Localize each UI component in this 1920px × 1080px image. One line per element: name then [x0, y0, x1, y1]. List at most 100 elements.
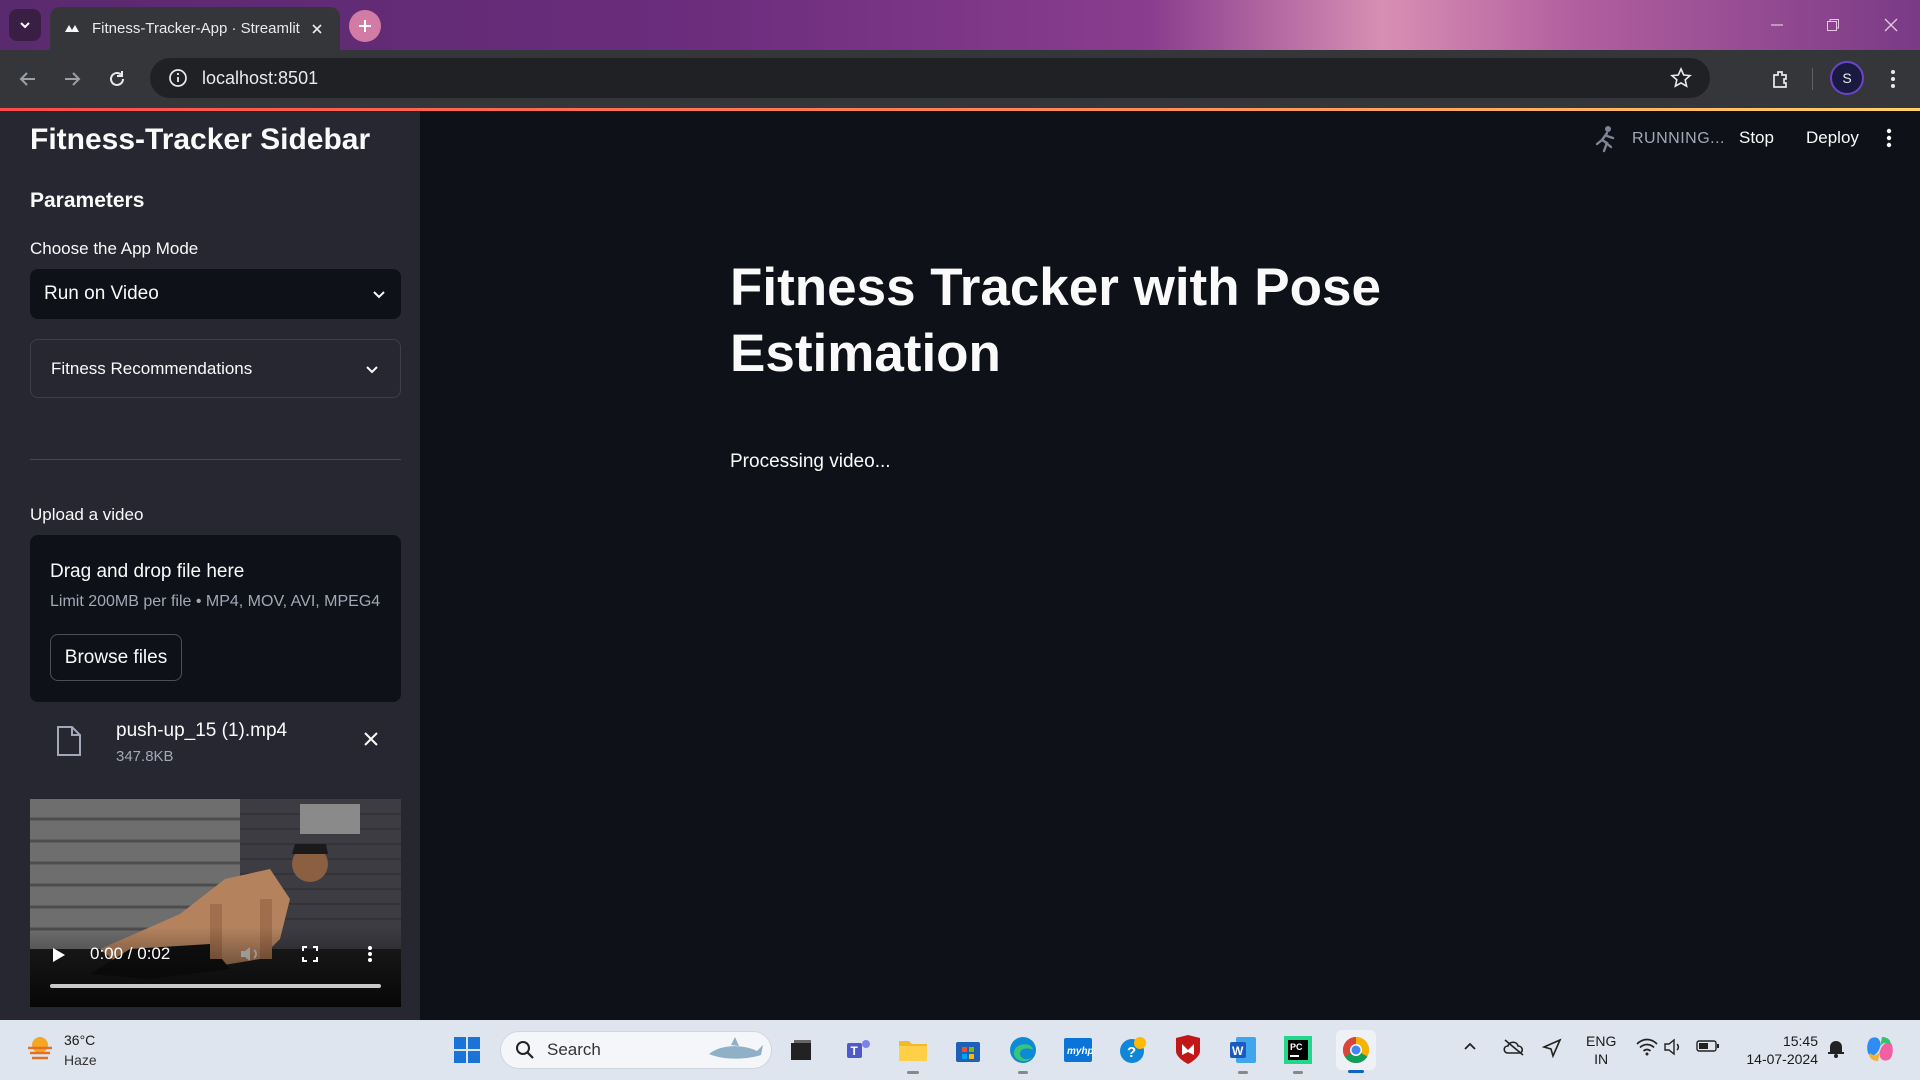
sidebar-divider — [30, 459, 401, 460]
weather-condition: Haze — [64, 1052, 97, 1068]
wifi-icon — [1636, 1038, 1658, 1056]
video-progress-bar[interactable] — [50, 984, 381, 988]
vertical-dots-icon — [368, 946, 372, 962]
url-text: localhost:8501 — [202, 67, 319, 88]
search-label: Search — [547, 1040, 601, 1059]
microsoft-store-button[interactable] — [951, 1033, 985, 1067]
browser-tab-bar: Fitness-Tracker-App · Streamlit — [0, 0, 1920, 50]
windows-start-button[interactable] — [450, 1033, 484, 1067]
close-icon — [364, 732, 378, 746]
file-explorer-button[interactable] — [896, 1033, 930, 1074]
app-mode-select[interactable]: Run on Video — [30, 269, 401, 319]
chrome-app-button[interactable] — [1336, 1030, 1376, 1073]
battery-tray-icon[interactable] — [1696, 1038, 1720, 1059]
extensions-button[interactable] — [1768, 66, 1794, 92]
video-time: 0:00 / 0:02 — [90, 944, 171, 963]
speaker-icon — [1664, 1038, 1680, 1056]
svg-text:W: W — [1232, 1044, 1244, 1058]
remove-file-button[interactable] — [363, 731, 379, 752]
play-icon — [53, 948, 65, 962]
edge-icon — [1010, 1037, 1036, 1063]
copilot-button[interactable] — [1864, 1033, 1896, 1070]
vertical-dots-icon — [1891, 70, 1895, 88]
chevron-down-icon — [373, 291, 385, 299]
chevron-down-icon — [366, 365, 378, 373]
app-mode-value: Run on Video — [44, 283, 159, 304]
minimize-button[interactable] — [1762, 10, 1792, 40]
running-indicator — [1238, 1071, 1248, 1074]
expander-label: Fitness Recommendations — [51, 358, 253, 378]
clock-date: 14-07-2024 — [1746, 1051, 1818, 1067]
processing-status-text: Processing video... — [730, 451, 891, 472]
help-icon: ? — [1120, 1037, 1146, 1063]
battery-icon — [1696, 1040, 1719, 1052]
restore-button[interactable] — [1818, 10, 1848, 40]
browser-menu-button[interactable] — [1880, 66, 1906, 92]
taskbar-search[interactable]: Search — [500, 1031, 772, 1069]
fullscreen-button[interactable] — [302, 946, 318, 967]
close-icon — [1884, 18, 1898, 32]
volume-tray-icon[interactable] — [1664, 1038, 1686, 1061]
svg-text:myhp: myhp — [1067, 1046, 1093, 1057]
get-help-button[interactable]: ? — [1116, 1033, 1150, 1067]
teams-icon: T — [847, 1040, 870, 1058]
browse-files-button[interactable]: Browse files — [50, 634, 182, 681]
language-code: ENG — [1586, 1033, 1617, 1049]
main-menu-button[interactable] — [1886, 128, 1892, 153]
onedrive-tray-icon[interactable] — [1502, 1038, 1526, 1061]
edge-browser-button[interactable] — [1006, 1033, 1040, 1074]
profile-avatar[interactable]: S — [1830, 61, 1864, 95]
taskbar-clock[interactable]: 15:45 14-07-2024 — [1738, 1032, 1818, 1068]
reload-button[interactable] — [104, 66, 130, 92]
app-mode-label: Choose the App Mode — [30, 239, 199, 258]
arrow-left-icon — [19, 72, 35, 86]
drag-drop-text: Drag and drop file here — [50, 561, 245, 582]
file-name: push-up_15 (1).mp4 — [116, 720, 288, 741]
reload-icon — [110, 71, 124, 86]
file-uploader-dropzone[interactable]: Drag and drop file here Limit 200MB per … — [30, 535, 401, 702]
language-indicator[interactable]: ENG IN — [1586, 1032, 1616, 1068]
tab-search-button[interactable] — [9, 9, 41, 41]
wifi-tray-icon[interactable] — [1636, 1038, 1658, 1061]
puzzle-icon — [1773, 71, 1787, 88]
notifications-button[interactable] — [1826, 1038, 1846, 1063]
back-button[interactable] — [15, 66, 41, 92]
task-view-button[interactable] — [784, 1033, 818, 1067]
folder-icon — [899, 1041, 927, 1061]
volume-icon — [241, 947, 257, 961]
myhp-app-button[interactable]: myhp — [1061, 1033, 1095, 1067]
fitness-recommendations-expander[interactable]: Fitness Recommendations — [30, 339, 401, 398]
deploy-button[interactable]: Deploy — [1806, 128, 1859, 148]
windows-logo-icon — [454, 1037, 480, 1063]
location-tray-icon[interactable] — [1541, 1038, 1562, 1063]
volume-button[interactable] — [240, 945, 262, 968]
bell-icon — [1828, 1041, 1844, 1058]
forward-button[interactable] — [59, 66, 85, 92]
bookmark-star-icon[interactable] — [1670, 67, 1692, 94]
arrow-right-icon — [65, 72, 81, 86]
video-options-button[interactable] — [367, 945, 373, 968]
teams-app-button[interactable]: T — [841, 1033, 875, 1067]
tab-close-icon[interactable] — [308, 20, 326, 38]
stop-button[interactable]: Stop — [1739, 128, 1774, 148]
play-button[interactable] — [52, 947, 66, 968]
close-window-button[interactable] — [1876, 10, 1906, 40]
running-indicator — [907, 1071, 919, 1074]
minimize-icon — [1771, 24, 1783, 26]
address-bar[interactable]: localhost:8501 — [150, 58, 1710, 98]
pycharm-app-button[interactable]: PC — [1281, 1033, 1315, 1074]
running-man-icon — [1590, 124, 1620, 159]
video-player[interactable]: 0:00 / 0:02 — [30, 799, 401, 1007]
show-hidden-icons-button[interactable] — [1462, 1038, 1478, 1059]
new-tab-button[interactable] — [349, 10, 381, 42]
info-icon — [169, 69, 187, 87]
clock-time: 15:45 — [1782, 1033, 1818, 1049]
weather-haze-icon[interactable] — [26, 1034, 54, 1067]
myhp-icon: myhp — [1064, 1038, 1093, 1062]
mcafee-button[interactable] — [1171, 1033, 1205, 1067]
word-app-button[interactable]: W — [1226, 1033, 1260, 1074]
chrome-icon — [1342, 1036, 1370, 1064]
streamlit-favicon-icon — [65, 24, 79, 32]
svg-text:T: T — [851, 1044, 859, 1058]
browser-tab[interactable]: Fitness-Tracker-App · Streamlit — [50, 7, 340, 50]
